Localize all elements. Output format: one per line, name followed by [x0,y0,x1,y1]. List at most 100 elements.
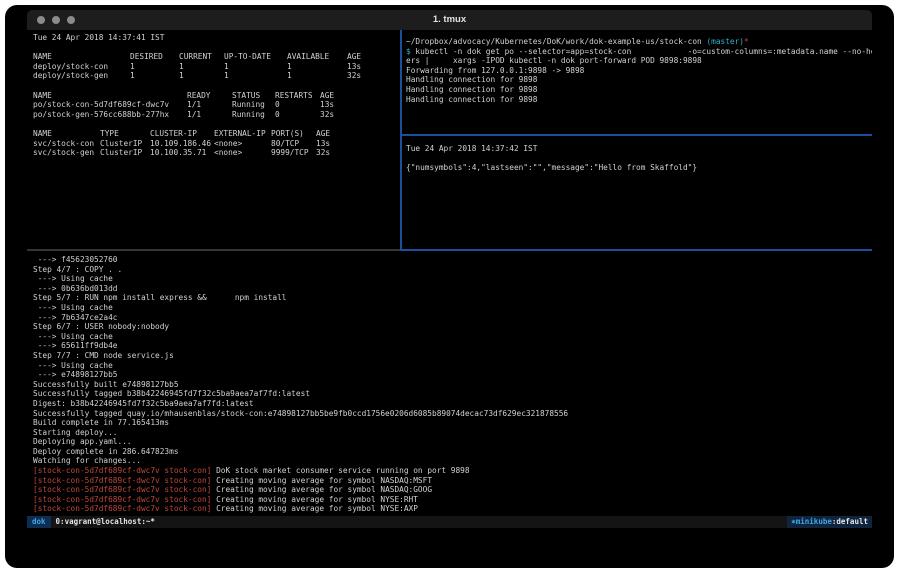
terminal-line: Step 6/7 : USER nobody:nobody [33,322,872,332]
window-title: 1. tmux [27,10,872,30]
terminal-text: ~/Dropbox/advocacy/Kubernetes/DoK/work/d… [406,37,706,46]
terminal-line: ---> f45623052760 [33,255,872,265]
terminal-line: Successfully tagged quay.io/mhausenblas/… [33,409,872,419]
terminal-line: ---> Using cache [33,361,872,371]
table-cell: 1 [224,71,287,81]
services-table: NAMETYPECLUSTER-IPEXTERNAL-IPPORT(S)AGEs… [33,129,400,158]
window-titlebar[interactable]: 1. tmux [27,10,872,30]
terminal-line: Watching for changes... [33,456,872,466]
log-message: Creating moving average for symbol NYSE:… [211,495,418,504]
terminal-text: $ [406,47,415,56]
table-cell: 32s [316,148,400,158]
pods-table: NAMEREADYSTATUSRESTARTSAGEpo/stock-con-5… [33,91,400,120]
table-cell: AGE [347,52,400,62]
minimize-button[interactable] [52,16,60,24]
terminal-text: Forwarding from 127.0.0.1:9898 -> 9898 [406,66,584,75]
terminal-line: Forwarding from 127.0.0.1:9898 -> 9898 [406,66,872,76]
table-cell: 80/TCP [271,139,316,149]
pane-timestamp: Tue 24 Apr 2018 14:37:42 IST [406,144,872,154]
terminal-text: Handling connection for 9898 [406,95,537,104]
table-row: deploy/stock-con111113s [33,62,400,72]
terminal-line: ---> Using cache [33,274,872,284]
pane-skaffold-log[interactable]: ---> f45623052760Step 4/7 : COPY . . ---… [27,251,872,516]
table-cell: RESTARTS [275,91,320,101]
table-cell: deploy/stock-con [33,62,130,72]
table-cell: CURRENT [179,52,224,62]
log-message: DoK stock market consumer service runnin… [211,466,469,475]
terminal-line: Build complete in 77.165413ms [33,418,872,428]
tmux-window-label[interactable]: 0:vagrant@localhost:~* [51,516,155,528]
blank-line [33,119,400,129]
table-cell: 1 [287,62,347,72]
table-cell: 1/1 [187,110,232,120]
tmux-status-right: ⎈minikube:default [787,516,872,528]
table-cell: 0 [275,100,320,110]
table-cell: svc/stock-gen [33,148,100,158]
table-cell: 1 [287,71,347,81]
terminal-line: Step 4/7 : COPY . . [33,265,872,275]
container-log-line: [stock-con-5d7df689cf-dwc7v stock-con] C… [33,476,872,486]
table-cell: NAME [33,91,187,101]
table-cell: 13s [347,62,400,72]
table-row: po/stock-con-5d7df689cf-dwc7v1/1Running0… [33,100,400,110]
table-header-row: NAMETYPECLUSTER-IPEXTERNAL-IPPORT(S)AGE [33,129,400,139]
table-cell: ClusterIP [100,139,150,149]
table-cell: UP-TO-DATE [224,52,287,62]
zoom-button[interactable] [67,16,75,24]
table-cell: 1 [224,62,287,72]
terminal-line: ers | xargs -IPOD kubectl -n dok port-fo… [406,56,872,66]
table-cell: 32s [347,71,400,81]
terminal-line: Step 5/7 : RUN npm install express && np… [33,293,872,303]
terminal-line: ---> 65611ff9db4e [33,341,872,351]
table-cell: po/stock-con-5d7df689cf-dwc7v [33,100,187,110]
container-log-line: [stock-con-5d7df689cf-dwc7v stock-con] C… [33,495,872,505]
terminal-line: Successfully built e74898127bb5 [33,380,872,390]
pane-port-forward[interactable]: ~/Dropbox/advocacy/Kubernetes/DoK/work/d… [402,30,872,133]
terminal-line: Handling connection for 9898 [406,85,872,95]
close-button[interactable] [37,16,45,24]
terminal-text: kubectl -n dok get po --selector=app=sto… [415,47,872,56]
terminal-line: Step 7/7 : CMD node service.js [33,351,872,361]
table-cell: STATUS [232,91,275,101]
pane-kubectl-watch[interactable]: Tue 24 Apr 2018 14:37:41 IST NAMEDESIRED… [27,30,400,249]
table-row: svc/stock-genClusterIP10.100.35.71<none>… [33,148,400,158]
table-cell: 10.109.186.46 [150,139,214,149]
terminal-line: ---> Using cache [33,303,872,313]
table-cell: READY [187,91,232,101]
table-row: deploy/stock-gen111132s [33,71,400,81]
table-cell: 13s [316,139,400,149]
terminal-line: ---> 7b6347ce2a4c [33,313,872,323]
terminal-line: Digest: b38b42246945fd7f32c5ba9aea7af7fd… [33,399,872,409]
terminal-line: Deploy complete in 286.647823ms [33,447,872,457]
table-cell: 9999/TCP [271,148,316,158]
table-cell: 1 [130,62,179,72]
skaffold-container-logs: [stock-con-5d7df689cf-dwc7v stock-con] D… [33,466,872,514]
log-message: Creating moving average for symbol NYSE:… [211,504,418,513]
table-cell: PORT(S) [271,129,316,139]
table-cell: 13s [320,100,400,110]
tmux-session-name[interactable]: dok [27,516,51,528]
table-cell: svc/stock-con [33,139,100,149]
table-cell: CLUSTER-IP [150,129,214,139]
table-cell: Running [232,110,275,120]
terminal-text: * [744,37,749,46]
blank-line [406,154,872,164]
table-cell: 0 [275,110,320,120]
log-message: Creating moving average for symbol NASDA… [211,476,432,485]
traffic-lights [37,16,75,24]
terminal-line: Successfully tagged b38b42246945fd7f32c5… [33,389,872,399]
table-cell: Running [232,100,275,110]
terminal-window: 1. tmux Tue 24 Apr 2018 14:37:41 IST NAM… [27,10,872,528]
table-cell: AVAILABLE [287,52,347,62]
log-message: Creating moving average for symbol NASDA… [211,485,432,494]
terminal-line: Deploying app.yaml... [33,437,872,447]
table-cell: 32s [320,110,400,120]
table-cell: 1 [179,62,224,72]
terminal-line: Starting deploy... [33,428,872,438]
curl-response: {"numsymbols":4,"lastseen":"","message":… [406,163,872,173]
table-cell: 10.100.35.71 [150,148,214,158]
desktop-background: 1. tmux Tue 24 Apr 2018 14:37:41 IST NAM… [5,5,894,568]
pane-curl-watch[interactable]: Tue 24 Apr 2018 14:37:42 IST {"numsymbol… [402,136,872,249]
table-cell: <none> [214,148,271,158]
terminal-line: ---> Using cache [33,332,872,342]
